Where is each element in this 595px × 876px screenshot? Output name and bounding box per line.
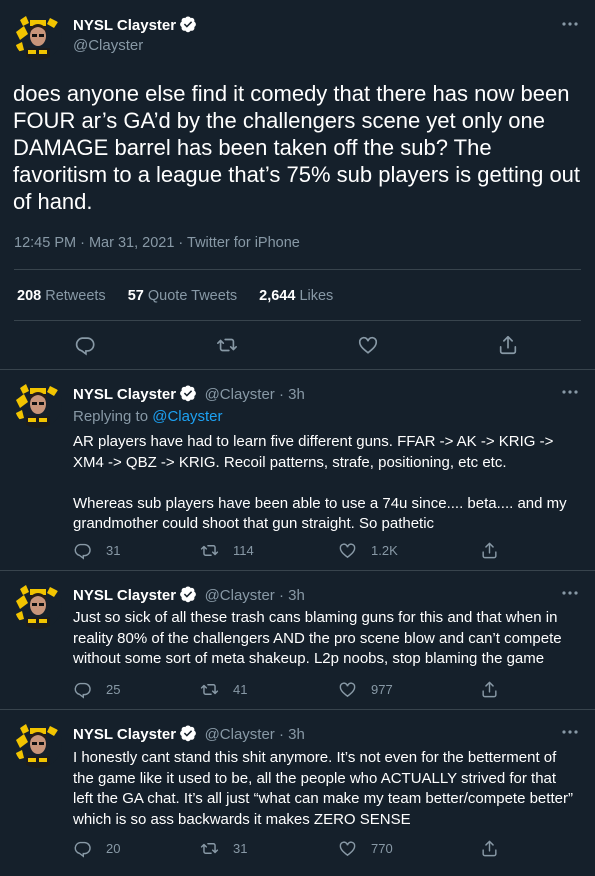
avatar-image <box>14 720 62 768</box>
quotes-stat[interactable]: 57 Quote Tweets <box>128 288 237 304</box>
quotes-label: Quote Tweets <box>147 288 238 304</box>
like-icon <box>338 839 357 858</box>
author-name[interactable]: NYSL Clayster <box>73 587 176 604</box>
avatar[interactable] <box>14 581 62 629</box>
retweet-count: 114 <box>233 543 254 558</box>
reply-icon <box>73 680 92 699</box>
verified-badge-icon <box>179 724 197 742</box>
tweet-timestamp[interactable]: 12:45 PM · Mar 31, 2021 · <box>14 235 187 251</box>
author-name[interactable]: NYSL Clayster <box>73 17 176 34</box>
replying-to: Replying to @Clayster <box>73 408 222 425</box>
share-icon <box>480 541 499 560</box>
likes-label: Likes <box>299 288 334 304</box>
retweet-icon <box>200 680 219 699</box>
share-icon[interactable] <box>497 334 519 356</box>
tweet-source[interactable]: Twitter for iPhone <box>187 235 300 251</box>
retweet-button[interactable]: 41 <box>200 680 247 699</box>
handle-time[interactable]: @Clayster · 3h <box>205 587 305 604</box>
reply-button[interactable]: 20 <box>73 839 120 858</box>
avatar-image <box>14 581 62 629</box>
retweet-button[interactable]: 31 <box>200 839 247 858</box>
reply-icon <box>73 541 92 560</box>
divider <box>14 320 581 321</box>
handle-time[interactable]: @Clayster · 3h <box>205 386 305 403</box>
reply-button[interactable]: 31 <box>73 541 120 560</box>
more-options-icon[interactable] <box>559 585 581 601</box>
like-button[interactable]: 977 <box>338 680 393 699</box>
reply-count: 25 <box>106 682 121 697</box>
handle-time[interactable]: @Clayster · 3h <box>205 726 305 743</box>
retweet-icon <box>200 839 219 858</box>
share-button[interactable] <box>480 680 513 699</box>
verified-badge-icon <box>179 15 197 33</box>
divider <box>0 709 595 710</box>
author-name-row: NYSL Clayster <box>73 15 197 35</box>
like-count: 770 <box>371 841 393 856</box>
author-name[interactable]: NYSL Clayster <box>73 726 176 743</box>
more-options-icon[interactable] <box>559 384 581 400</box>
reply-text: Just so sick of all these trash cans bla… <box>73 609 566 667</box>
divider <box>0 369 595 370</box>
reply-header: NYSL Clayster @Clayster · 3h <box>73 724 305 744</box>
tweet-text: does anyone else find it comedy that the… <box>13 81 581 214</box>
retweets-count: 208 <box>17 288 42 304</box>
avatar-image <box>14 380 62 428</box>
share-button[interactable] <box>480 839 513 858</box>
verified-badge-icon <box>179 585 197 603</box>
quotes-count: 57 <box>127 288 144 304</box>
retweet-count: 41 <box>233 682 248 697</box>
likes-stat[interactable]: 2,644 Likes <box>259 288 333 304</box>
avatar[interactable] <box>14 380 62 428</box>
likes-count: 2,644 <box>259 288 296 304</box>
share-button[interactable] <box>480 541 513 560</box>
like-icon[interactable] <box>357 334 379 356</box>
retweet-button[interactable]: 114 <box>200 541 254 560</box>
replying-to-label: Replying to <box>73 408 153 425</box>
avatar[interactable] <box>14 12 62 60</box>
author-handle[interactable]: @Clayster <box>73 37 143 54</box>
tweet-stats: 208 Retweets 57 Quote Tweets 2,644 Likes <box>17 288 333 304</box>
more-options-icon[interactable] <box>559 724 581 740</box>
retweets-stat[interactable]: 208 Retweets <box>17 288 106 304</box>
share-icon <box>480 839 499 858</box>
retweet-icon <box>200 541 219 560</box>
divider <box>0 570 595 571</box>
divider <box>14 269 581 270</box>
like-icon <box>338 541 357 560</box>
tweet-meta: 12:45 PM · Mar 31, 2021 · Twitter for iP… <box>14 235 300 251</box>
like-count: 1.2K <box>371 543 398 558</box>
like-count: 977 <box>371 682 393 697</box>
like-button[interactable]: 770 <box>338 839 393 858</box>
more-options-icon[interactable] <box>559 16 581 32</box>
like-button[interactable]: 1.2K <box>338 541 398 560</box>
avatar[interactable] <box>14 720 62 768</box>
reply-count: 31 <box>106 543 121 558</box>
retweet-count: 31 <box>233 841 248 856</box>
retweet-icon[interactable] <box>216 334 238 356</box>
reply-icon <box>73 839 92 858</box>
avatar-image <box>14 12 62 60</box>
retweets-label: Retweets <box>45 288 106 304</box>
reply-icon[interactable] <box>74 334 96 356</box>
author-name[interactable]: NYSL Clayster <box>73 386 176 403</box>
reply-text: I honestly cant stand this shit anymore.… <box>73 749 578 828</box>
verified-badge-icon <box>179 384 197 402</box>
reply-text: AR players have had to learn five differ… <box>73 433 567 532</box>
reply-count: 20 <box>106 841 121 856</box>
replying-to-link[interactable]: @Clayster <box>152 408 222 425</box>
share-icon <box>480 680 499 699</box>
like-icon <box>338 680 357 699</box>
reply-header: NYSL Clayster @Clayster · 3h <box>73 585 305 605</box>
reply-button[interactable]: 25 <box>73 680 120 699</box>
reply-header: NYSL Clayster @Clayster · 3h <box>73 384 305 404</box>
